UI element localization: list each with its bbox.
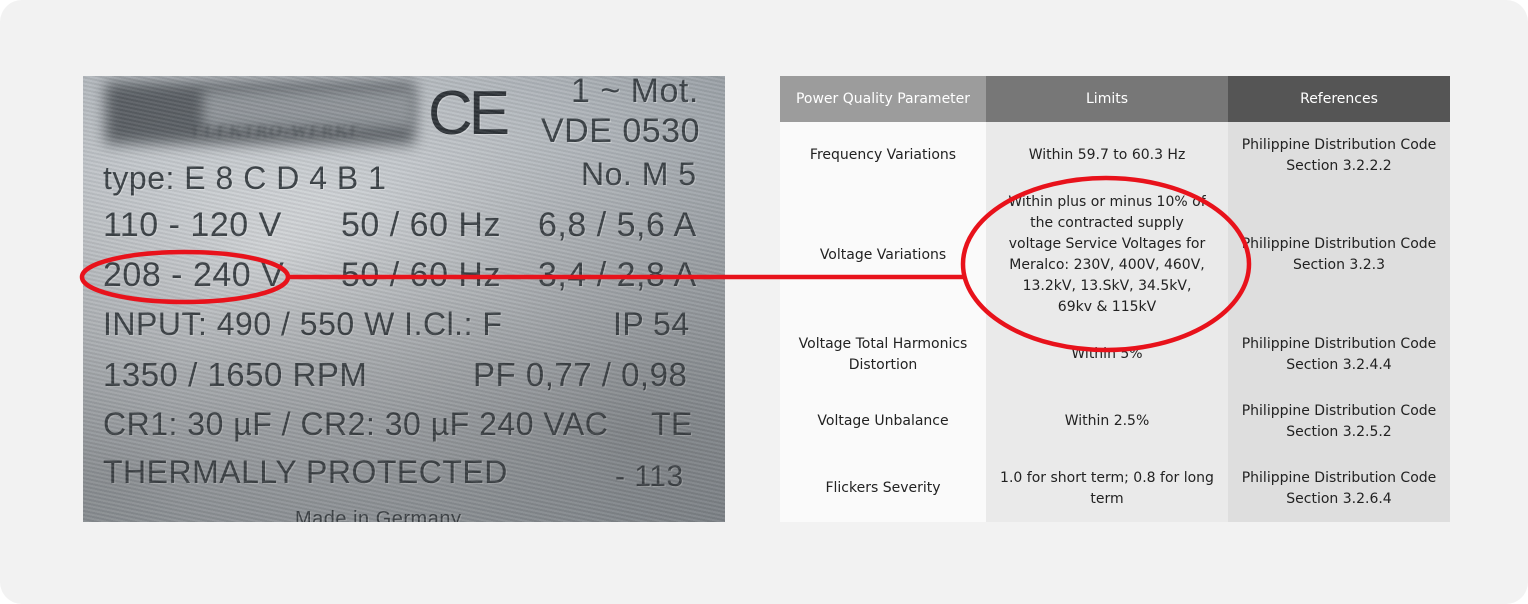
- table-row: Voltage Unbalance Within 2.5% Philippine…: [780, 388, 1450, 455]
- blurred-logo-text: ELEKTRO-WERKE: [193, 122, 363, 141]
- motor-phase-label: 1 ~ Mot.: [571, 76, 699, 110]
- number-label: No. M 5: [581, 156, 697, 192]
- thermal-protection-label: THERMALLY PROTECTED: [103, 454, 508, 490]
- voltage-high: 208 - 240 V: [103, 256, 285, 294]
- te-label: TE: [651, 406, 693, 442]
- reference-cell: Philippine Distribution Code Section 3.2…: [1228, 321, 1450, 388]
- table-row: Voltage Variations Within plus or minus …: [780, 189, 1450, 321]
- power-quality-table: Power Quality Parameter Limits Reference…: [780, 76, 1450, 522]
- header-parameter: Power Quality Parameter: [780, 76, 986, 122]
- voltage-low: 110 - 120 V: [103, 206, 282, 244]
- limits-cell: Within 5%: [986, 321, 1228, 388]
- standard-label: VDE 0530: [541, 112, 700, 150]
- table-row: Voltage Total Harmonics Distortion Withi…: [780, 321, 1450, 388]
- content-card: ELEKTRO-WERKE CE 1 ~ Mot. VDE 0530 No. M…: [0, 0, 1528, 604]
- limits-cell: Within 59.7 to 60.3 Hz: [986, 122, 1228, 189]
- limits-cell: Within 2.5%: [986, 388, 1228, 455]
- rpm-label: 1350 / 1650 RPM: [103, 356, 368, 393]
- ip-rating: IP 54: [613, 306, 690, 342]
- reference-cell: Philippine Distribution Code Section 3.2…: [1228, 122, 1450, 189]
- reference-cell: Philippine Distribution Code Section 3.2…: [1228, 455, 1450, 522]
- reference-cell: Philippine Distribution Code Section 3.2…: [1228, 388, 1450, 455]
- table-row: Frequency Variations Within 59.7 to 60.3…: [780, 122, 1450, 189]
- power-factor: PF 0,77 / 0,98: [473, 356, 688, 393]
- type-label: type: E 8 C D 4 B 1: [103, 160, 387, 196]
- parameter-cell: Voltage Unbalance: [780, 388, 986, 455]
- capacitor-label: CR1: 30 µF / CR2: 30 µF 240 VAC: [103, 406, 609, 442]
- header-limits: Limits: [986, 76, 1228, 122]
- ce-mark: CE: [428, 79, 510, 148]
- limits-cell: Within plus or minus 10% of the contract…: [986, 189, 1228, 321]
- frequency-high: 50 / 60 Hz: [341, 256, 501, 294]
- reference-cell: Philippine Distribution Code Section 3.2…: [1228, 189, 1450, 321]
- parameter-cell: Voltage Variations: [780, 189, 986, 321]
- table-row: Flickers Severity 1.0 for short term; 0.…: [780, 455, 1450, 522]
- motor-nameplate-photo: ELEKTRO-WERKE CE 1 ~ Mot. VDE 0530 No. M…: [83, 76, 725, 522]
- parameter-cell: Frequency Variations: [780, 122, 986, 189]
- header-references: References: [1228, 76, 1450, 122]
- table-header-row: Power Quality Parameter Limits Reference…: [780, 76, 1450, 122]
- current-high: 3,4 / 2,8 A: [538, 256, 697, 294]
- input-power: INPUT: 490 / 550 W I.Cl.: F: [103, 306, 503, 342]
- frequency-low: 50 / 60 Hz: [341, 206, 501, 244]
- current-low: 6,8 / 5,6 A: [538, 206, 697, 244]
- parameter-cell: Voltage Total Harmonics Distortion: [780, 321, 986, 388]
- made-in-label: Made in Germany: [295, 508, 462, 522]
- parameter-cell: Flickers Severity: [780, 455, 986, 522]
- code-label: - 113: [615, 460, 684, 493]
- limits-cell: 1.0 for short term; 0.8 for long term: [986, 455, 1228, 522]
